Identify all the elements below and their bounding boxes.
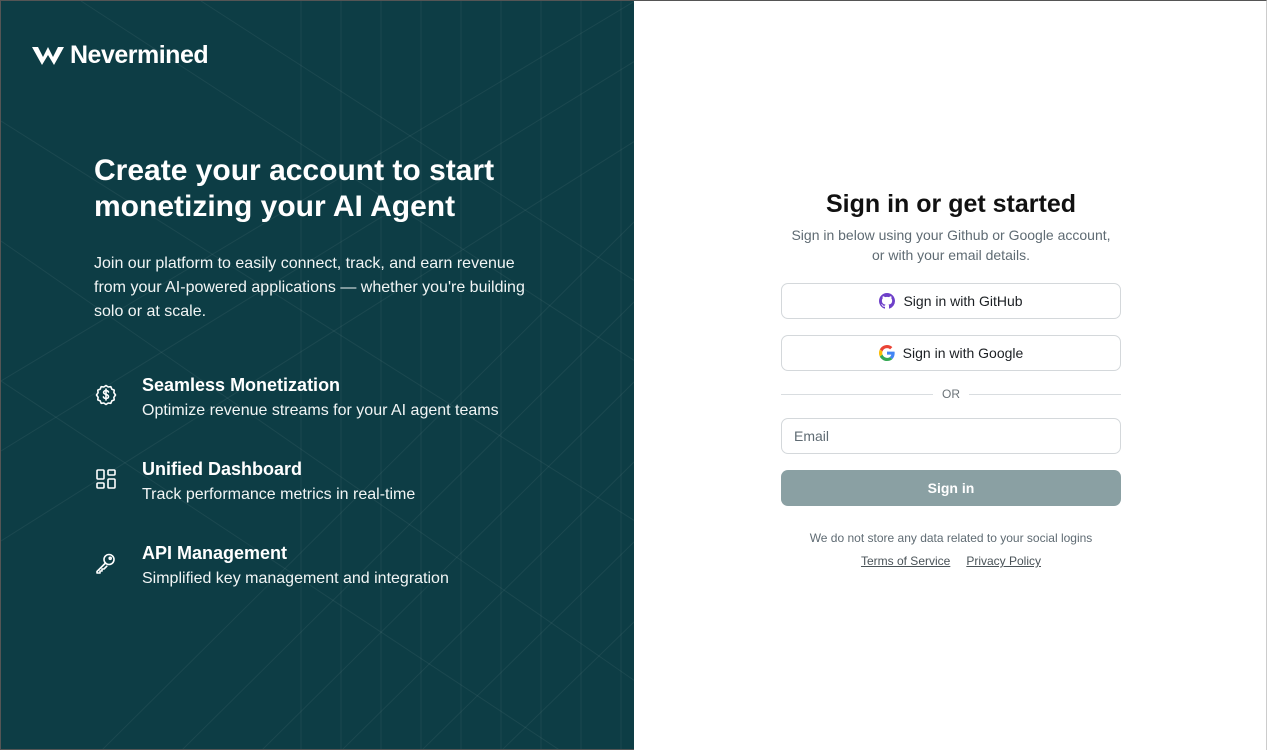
key-icon (96, 553, 115, 574)
hero-headline: Create your account to start monetizing … (94, 154, 495, 223)
github-signin-button[interactable]: Sign in with GitHub (781, 283, 1121, 319)
google-icon (878, 345, 895, 361)
legal-links: Terms of Service Privacy Policy (781, 554, 1121, 568)
nevermined-logo-icon (32, 46, 64, 65)
terms-of-service-link[interactable]: Terms of Service (861, 554, 950, 568)
hero-intro: Join our platform to easily connect, tra… (94, 255, 525, 320)
or-divider: OR (781, 385, 1121, 403)
signin-title: Sign in or get started (825, 190, 1077, 218)
privacy-policy-link[interactable]: Privacy Policy (966, 554, 1041, 568)
feature-description: Optimize revenue streams for your AI age… (142, 402, 499, 419)
feature-title: Seamless Monetization (142, 375, 341, 395)
feature-item-api: API Management Simplified key management… (94, 543, 554, 603)
divider-line (969, 393, 1121, 395)
privacy-note: We do not store any data related to your… (809, 531, 1093, 545)
signin-form: Sign in or get started Sign in below usi… (781, 187, 1121, 568)
google-signin-button[interactable]: Sign in with Google (781, 335, 1121, 371)
dollar-coin-icon (95, 384, 117, 406)
feature-title: API Management (142, 543, 288, 563)
subtitle-line-1: Sign in below using your Github or Googl… (791, 227, 1111, 243)
subtitle-line-2: or with your email details. (872, 247, 1030, 263)
divider-label: OR (942, 387, 960, 401)
github-button-label: Sign in with GitHub (903, 293, 1023, 309)
brand-logo[interactable]: Nevermined (32, 41, 209, 70)
brand-name: Nevermined (70, 41, 209, 69)
feature-description: Track performance metrics in real-time (142, 486, 416, 503)
github-icon (879, 293, 896, 309)
feature-item-dashboard: Unified Dashboard Track performance metr… (94, 459, 554, 519)
email-signin-button[interactable]: Sign in (781, 470, 1121, 506)
signin-area: Sign in or get started Sign in below usi… (634, 0, 1267, 750)
email-input[interactable] (781, 418, 1121, 454)
feature-description: Simplified key management and integratio… (142, 570, 449, 587)
signin-subtitle: Sign in below using your Github or Googl… (781, 225, 1121, 265)
feature-title: Unified Dashboard (142, 459, 303, 479)
feature-item-monetization: Seamless Monetization Optimize revenue s… (94, 375, 554, 435)
divider-line (781, 393, 933, 395)
marketing-panel: Nevermined Create your account to start … (0, 0, 634, 750)
dashboard-grid-icon (96, 469, 116, 489)
google-button-label: Sign in with Google (902, 345, 1024, 361)
